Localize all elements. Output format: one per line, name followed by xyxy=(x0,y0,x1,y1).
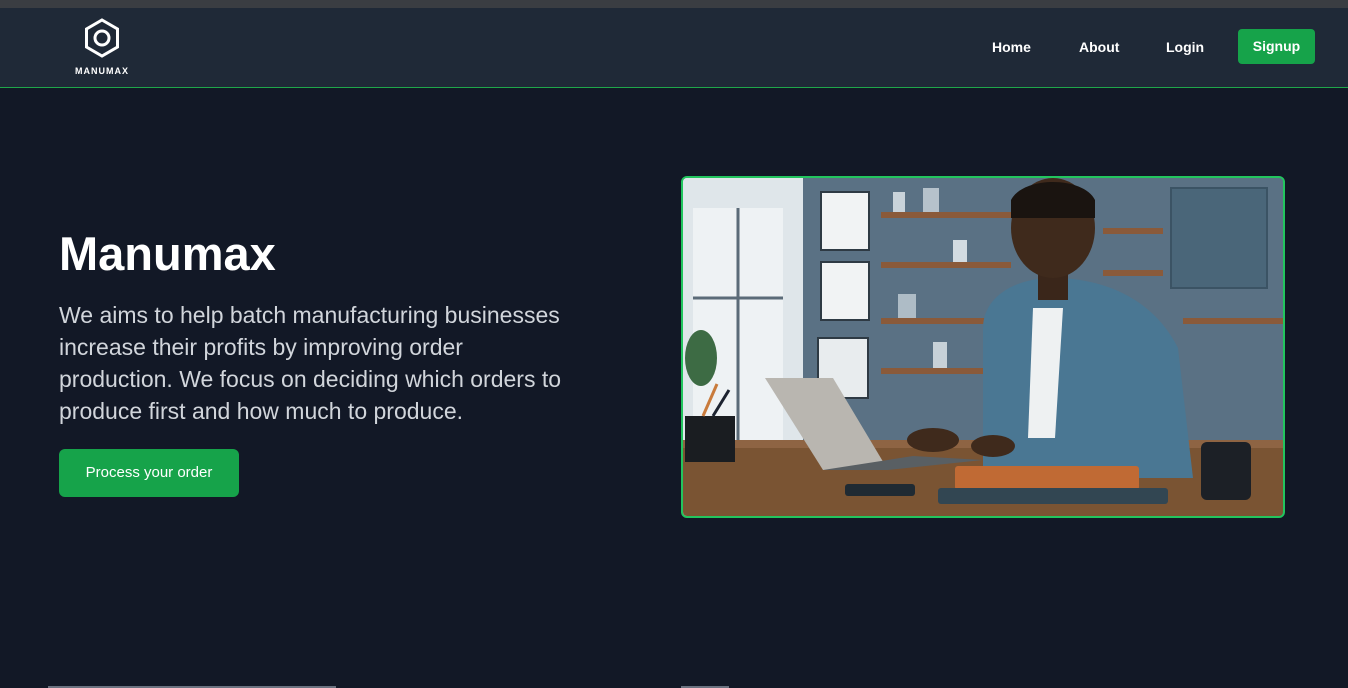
navbar: MANUMAX Home About Login Signup xyxy=(0,8,1348,88)
hero-title: Manumax xyxy=(59,227,276,280)
hero-image xyxy=(681,176,1285,518)
signup-button[interactable]: Signup xyxy=(1238,29,1315,64)
brand-logo[interactable]: MANUMAX xyxy=(64,18,140,78)
office-photo-illustration xyxy=(683,178,1283,516)
process-order-button[interactable]: Process your order xyxy=(59,449,239,497)
nav-home-link[interactable]: Home xyxy=(992,39,1031,55)
nav-login-link[interactable]: Login xyxy=(1166,39,1204,55)
hero-description: We aims to help batch manufacturing busi… xyxy=(59,302,562,424)
browser-top-strip xyxy=(0,0,1348,8)
nav-about-link[interactable]: About xyxy=(1079,39,1119,55)
brand-name: MANUMAX xyxy=(75,66,129,76)
hexagon-ring-logo-icon xyxy=(85,18,119,58)
